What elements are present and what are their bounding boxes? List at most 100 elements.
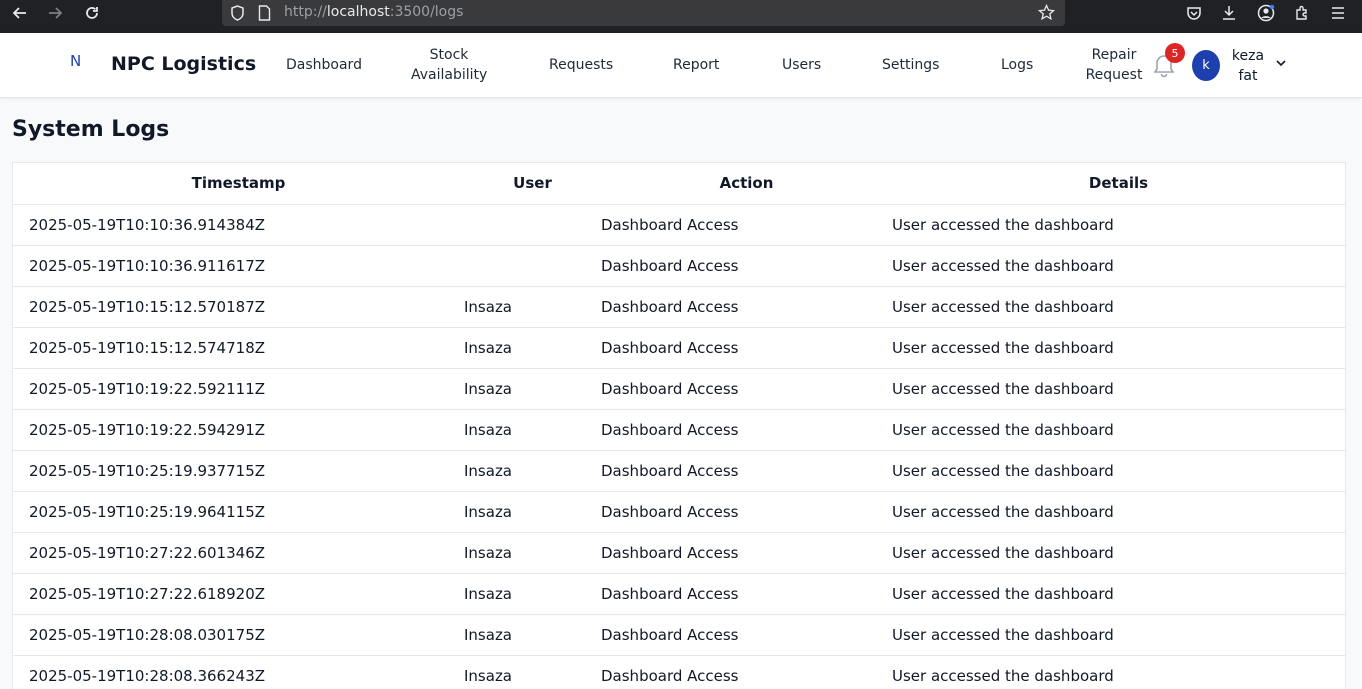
menu-icon[interactable] xyxy=(1327,2,1349,24)
cell-action: Dashboard Access xyxy=(601,655,892,689)
cell-action: Dashboard Access xyxy=(601,286,892,328)
cell-action: Dashboard Access xyxy=(601,368,892,410)
cell-user: Insaza xyxy=(464,409,601,451)
nav-stock-line1: Stock xyxy=(429,47,469,63)
cell-action: Dashboard Access xyxy=(601,450,892,492)
nav-settings-label: Settings xyxy=(882,57,940,73)
cell-action: Dashboard Access xyxy=(601,491,892,533)
browser-toolbar: http://localhost:3500/logs xyxy=(0,0,1362,33)
cell-timestamp: 2025-05-19T10:28:08.030175Z xyxy=(13,614,464,656)
download-icon[interactable] xyxy=(1218,2,1240,24)
cell-details: User accessed the dashboard xyxy=(892,327,1345,369)
nav-report-label: Report xyxy=(673,57,720,73)
cell-timestamp: 2025-05-19T10:25:19.937715Z xyxy=(13,450,464,492)
table-row: 2025-05-19T10:27:22.601346Z Insaza Dashboa… xyxy=(13,532,1345,574)
header-action: Action xyxy=(601,163,892,205)
reload-icon[interactable] xyxy=(79,0,105,26)
extensions-icon[interactable] xyxy=(1291,2,1313,24)
pocket-icon[interactable] xyxy=(1183,2,1205,24)
top-navbar: N NPC Logistics Dashboard Stock Availabi… xyxy=(0,33,1362,98)
table-body: 2025-05-19T10:10:36.914384Z Dashboard Acc… xyxy=(13,204,1345,689)
nav-repair-line2: Request xyxy=(1085,67,1143,83)
user-first-name: keza xyxy=(1231,48,1265,64)
cell-timestamp: 2025-05-19T10:19:22.594291Z xyxy=(13,409,464,451)
bookmark-star-icon[interactable] xyxy=(1037,3,1056,25)
cell-details: User accessed the dashboard xyxy=(892,573,1345,615)
user-last-name: fat xyxy=(1238,68,1258,84)
cell-timestamp: 2025-05-19T10:25:19.964115Z xyxy=(13,491,464,533)
nav-report[interactable]: Report xyxy=(673,55,719,75)
header-details: Details xyxy=(892,163,1345,205)
cell-user: Insaza xyxy=(464,491,601,533)
cell-user xyxy=(464,245,601,287)
table-row: 2025-05-19T10:25:19.937715Z Insaza Dashboa… xyxy=(13,450,1345,492)
cell-user: Insaza xyxy=(464,327,601,369)
cell-user: Insaza xyxy=(464,532,601,574)
nav-logs[interactable]: Logs xyxy=(1001,55,1033,75)
address-bar[interactable]: http://localhost:3500/logs xyxy=(222,0,1065,26)
nav-stock-availability[interactable]: Stock Availability xyxy=(411,45,487,85)
cell-details: User accessed the dashboard xyxy=(892,368,1345,410)
cell-timestamp: 2025-05-19T10:27:22.618920Z xyxy=(13,573,464,615)
table-header-row: Timestamp User Action Details xyxy=(13,163,1345,205)
cell-action: Dashboard Access xyxy=(601,204,892,246)
table-row: 2025-05-19T10:10:36.914384Z Dashboard Acc… xyxy=(13,204,1345,246)
cell-timestamp: 2025-05-19T10:10:36.914384Z xyxy=(13,204,464,246)
page-icon xyxy=(258,5,271,25)
cell-action: Dashboard Access xyxy=(601,327,892,369)
nav-requests[interactable]: Requests xyxy=(549,55,613,75)
cell-user: Insaza xyxy=(464,614,601,656)
back-arrow-icon[interactable] xyxy=(7,0,33,26)
cell-timestamp: 2025-05-19T10:15:12.570187Z xyxy=(13,286,464,328)
cell-timestamp: 2025-05-19T10:15:12.574718Z xyxy=(13,327,464,369)
cell-details: User accessed the dashboard xyxy=(892,491,1345,533)
user-name[interactable]: keza fat xyxy=(1230,46,1266,86)
url-text: http://localhost:3500/logs xyxy=(284,4,464,20)
forward-arrow-icon[interactable] xyxy=(42,0,68,26)
page-title: System Logs xyxy=(12,117,170,142)
cell-user: Insaza xyxy=(464,368,601,410)
nav-requests-label: Requests xyxy=(549,57,614,73)
cell-user xyxy=(464,204,601,246)
table-row: 2025-05-19T10:25:19.964115Z Insaza Dashboa… xyxy=(13,491,1345,533)
table-row: 2025-05-19T10:15:12.574718Z Insaza Dashboa… xyxy=(13,327,1345,369)
cell-action: Dashboard Access xyxy=(601,532,892,574)
header-timestamp: Timestamp xyxy=(13,163,464,205)
table-row: 2025-05-19T10:27:22.618920Z Insaza Dashboa… xyxy=(13,573,1345,615)
cell-details: User accessed the dashboard xyxy=(892,614,1345,656)
cell-details: User accessed the dashboard xyxy=(892,286,1345,328)
nav-dashboard-label: Dashboard xyxy=(286,57,362,73)
nav-repair-line1: Repair xyxy=(1091,47,1137,63)
nav-repair-request[interactable]: Repair Request xyxy=(1085,45,1143,85)
notification-badge: 5 xyxy=(1165,43,1185,63)
logs-table: Timestamp User Action Details 2025-05-19… xyxy=(12,162,1346,689)
table-row: 2025-05-19T10:28:08.030175Z Insaza Dashboa… xyxy=(13,614,1345,656)
cell-details: User accessed the dashboard xyxy=(892,409,1345,451)
cell-timestamp: 2025-05-19T10:10:36.911617Z xyxy=(13,245,464,287)
table-row: 2025-05-19T10:15:12.570187Z Insaza Dashboa… xyxy=(13,286,1345,328)
avatar[interactable]: k xyxy=(1192,50,1220,81)
nav-stock-line2: Availability xyxy=(411,67,488,83)
nav-dashboard[interactable]: Dashboard xyxy=(286,55,362,75)
table-row: 2025-05-19T10:28:08.366243Z Insaza Dashboa… xyxy=(13,655,1345,689)
cell-timestamp: 2025-05-19T10:27:22.601346Z xyxy=(13,532,464,574)
cell-details: User accessed the dashboard xyxy=(892,450,1345,492)
chevron-down-icon[interactable] xyxy=(1274,55,1288,69)
brand-logo[interactable]: N xyxy=(70,52,81,70)
cell-user: Insaza xyxy=(464,573,601,615)
cell-details: User accessed the dashboard xyxy=(892,655,1345,689)
shield-icon[interactable] xyxy=(230,5,245,25)
brand-name[interactable]: NPC Logistics xyxy=(111,53,256,75)
account-icon[interactable] xyxy=(1255,2,1277,24)
cell-action: Dashboard Access xyxy=(601,573,892,615)
cell-action: Dashboard Access xyxy=(601,409,892,451)
table-row: 2025-05-19T10:19:22.594291Z Insaza Dashboa… xyxy=(13,409,1345,451)
header-user: User xyxy=(464,163,601,205)
table-row: 2025-05-19T10:10:36.911617Z Dashboard Acc… xyxy=(13,245,1345,287)
nav-settings[interactable]: Settings xyxy=(882,55,939,75)
cell-details: User accessed the dashboard xyxy=(892,245,1345,287)
cell-details: User accessed the dashboard xyxy=(892,532,1345,574)
nav-users-label: Users xyxy=(782,57,822,73)
cell-user: Insaza xyxy=(464,450,601,492)
nav-users[interactable]: Users xyxy=(782,55,821,75)
